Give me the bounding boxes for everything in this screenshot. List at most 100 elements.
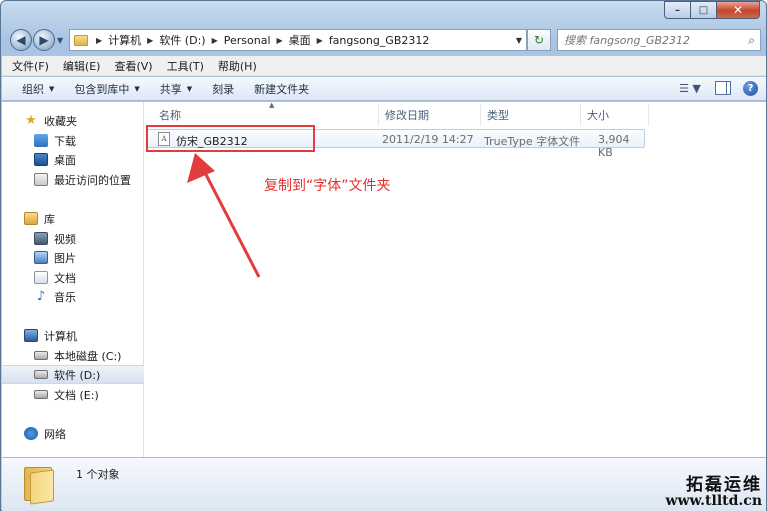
sidebar-item-label: 图片 — [54, 251, 76, 265]
maximize-button[interactable]: □ — [690, 1, 716, 19]
sidebar-item-music[interactable]: ♪ 音乐 — [2, 287, 144, 306]
sidebar-item-recent-places[interactable]: 最近访问的位置 — [2, 170, 144, 189]
pictures-icon — [34, 251, 48, 264]
help-icon[interactable]: ? — [743, 80, 758, 96]
computer-icon — [24, 329, 38, 342]
sidebar-item-computer[interactable]: 计算机 — [2, 326, 144, 345]
back-button[interactable]: ◀ — [10, 29, 32, 51]
change-view-icon[interactable]: ☰ ▼ — [679, 80, 701, 96]
breadcrumb-personal[interactable]: Personal — [224, 34, 271, 47]
sidebar-item-libraries[interactable]: 库 — [2, 209, 144, 228]
search-input[interactable] — [564, 33, 734, 47]
annotation-text: 复制到“字体”文件夹 — [264, 178, 391, 194]
chevron-down-icon: ▼ — [186, 84, 193, 93]
sidebar-item-favorites[interactable]: ★ 收藏夹 — [2, 111, 144, 130]
minimize-button[interactable]: – — [664, 1, 690, 19]
column-header-date[interactable]: 修改日期 — [379, 104, 481, 126]
sidebar-item-label: 收藏夹 — [44, 114, 77, 128]
file-type: TrueType 字体文件 — [484, 135, 581, 148]
hard-drive-icon — [34, 390, 48, 399]
menu-file[interactable]: 文件(F) — [12, 58, 49, 74]
sidebar-item-documents[interactable]: 文档 — [2, 268, 144, 287]
folder-icon — [74, 34, 88, 46]
refresh-icon: ↻ — [533, 33, 545, 47]
sidebar-item-network[interactable]: 网络 — [2, 424, 144, 443]
hard-drive-icon — [34, 370, 48, 379]
burn-button[interactable]: 刻录 — [212, 81, 234, 97]
video-icon — [34, 232, 48, 245]
preview-pane-icon[interactable] — [715, 81, 731, 95]
sidebar-item-downloads[interactable]: 下载 — [2, 131, 144, 150]
breadcrumb-desktop[interactable]: 桌面 — [289, 32, 311, 48]
breadcrumb-computer[interactable]: 计算机 — [108, 32, 141, 48]
sidebar-item-label: 软件 (D:) — [54, 368, 101, 382]
sidebar-item-pictures[interactable]: 图片 — [2, 248, 144, 267]
sidebar-item-drive-e[interactable]: 文档 (E:) — [2, 385, 144, 404]
sidebar-item-label: 桌面 — [54, 153, 76, 167]
file-modified-date: 2011/2/19 14:27 — [382, 133, 474, 146]
sidebar-item-label: 计算机 — [44, 329, 77, 343]
include-in-library-button[interactable]: 包含到库中 ▼ — [74, 81, 139, 97]
window-controls: – □ ✕ — [664, 1, 760, 19]
title-bar[interactable]: – □ ✕ — [1, 1, 766, 25]
column-header-size[interactable]: 大小 — [581, 104, 649, 126]
address-dropdown-icon[interactable]: ▼ — [516, 36, 522, 45]
share-button[interactable]: 共享 ▼ — [160, 81, 192, 97]
breadcrumb-separator-icon[interactable]: ▶ — [317, 36, 323, 45]
annotation-arrow-head — [187, 153, 215, 183]
sidebar-item-label: 本地磁盘 (C:) — [54, 349, 122, 363]
breadcrumb-current-folder[interactable]: fangsong_GB2312 — [329, 34, 430, 47]
recent-pages-dropdown[interactable]: ▼ — [57, 36, 63, 45]
breadcrumb-separator-icon[interactable]: ▶ — [212, 36, 218, 45]
chevron-down-icon: ▼ — [134, 84, 140, 93]
sidebar-item-desktop[interactable]: 桌面 — [2, 150, 144, 169]
breadcrumb-separator-icon[interactable]: ▶ — [147, 36, 153, 45]
column-header-type[interactable]: 类型 — [481, 104, 581, 126]
breadcrumb-separator-icon[interactable]: ▶ — [96, 36, 102, 45]
watermark-url: www.tlltd.cn — [665, 493, 762, 509]
sidebar-item-videos[interactable]: 视频 — [2, 229, 144, 248]
address-bar[interactable]: ▶ 计算机 ▶ 软件 (D:) ▶ Personal ▶ 桌面 ▶ fangso… — [69, 29, 527, 51]
column-header-label: 名称 — [159, 109, 181, 122]
search-box[interactable]: ⌕ — [557, 29, 761, 51]
library-icon — [24, 212, 38, 225]
back-arrow-icon: ◀ — [16, 33, 26, 47]
close-button[interactable]: ✕ — [716, 1, 760, 19]
organize-button[interactable]: 组织 ▼ — [22, 81, 54, 97]
navigation-pane: ★ 收藏夹 下载 桌面 最近访问的位置 库 视频 图片 文档 ♪ 音乐 计算机 … — [2, 102, 144, 457]
network-icon — [24, 427, 38, 440]
music-note-icon: ♪ — [36, 289, 46, 304]
forward-arrow-icon: ▶ — [39, 33, 49, 47]
menu-help[interactable]: 帮助(H) — [218, 58, 257, 74]
watermark: 拓磊运维 www.tlltd.cn — [665, 470, 762, 509]
menu-view[interactable]: 查看(V) — [114, 58, 152, 74]
forward-button[interactable]: ▶ — [33, 29, 55, 51]
file-size: 3,904 KB — [598, 133, 630, 159]
annotation-arrow — [187, 153, 261, 278]
sidebar-item-label: 视频 — [54, 232, 76, 246]
menu-tools[interactable]: 工具(T) — [167, 58, 204, 74]
refresh-button[interactable]: ↻ — [527, 29, 551, 51]
column-header-name[interactable]: 名称 ▲ — [153, 101, 379, 126]
new-folder-button[interactable]: 新建文件夹 — [254, 81, 309, 97]
details-pane: 1 个对象 拓磊运维 www.tlltd.cn — [2, 457, 766, 511]
sort-ascending-icon: ▲ — [269, 101, 275, 109]
menu-bar: 文件(F) 编辑(E) 查看(V) 工具(T) 帮助(H) — [2, 56, 766, 76]
breadcrumb-separator-icon[interactable]: ▶ — [277, 36, 283, 45]
recent-places-icon — [34, 173, 48, 186]
organize-label: 组织 — [22, 82, 44, 96]
breadcrumb-drive-d[interactable]: 软件 (D:) — [159, 32, 205, 48]
magnifier-icon[interactable]: ⌕ — [748, 33, 755, 48]
sidebar-item-label: 文档 (E:) — [54, 388, 99, 402]
desktop-icon — [34, 153, 48, 166]
sidebar-item-drive-d[interactable]: 软件 (D:) — [2, 365, 144, 384]
share-label: 共享 — [159, 82, 182, 96]
navigation-row: ◀ ▶ ▼ ▶ 计算机 ▶ 软件 (D:) ▶ Personal ▶ 桌面 ▶ … — [1, 27, 766, 53]
content-area: ★ 收藏夹 下载 桌面 最近访问的位置 库 视频 图片 文档 ♪ 音乐 计算机 … — [2, 101, 766, 457]
chevron-down-icon: ▼ — [49, 84, 55, 93]
sidebar-item-drive-c[interactable]: 本地磁盘 (C:) — [2, 346, 144, 365]
menu-edit[interactable]: 编辑(E) — [63, 58, 101, 74]
item-count: 1 个对象 — [76, 468, 120, 481]
folder-front-shape — [30, 469, 54, 505]
annotation-highlight-box — [146, 125, 315, 152]
